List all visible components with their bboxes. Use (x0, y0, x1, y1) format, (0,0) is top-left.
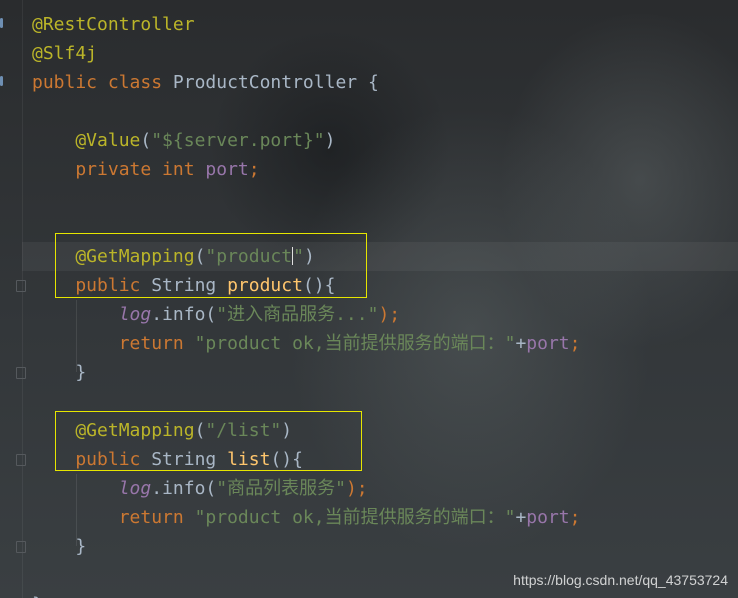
code-token: public (32, 72, 108, 93)
code-line[interactable]: log.info("商品列表服务"); (32, 474, 368, 503)
code-line[interactable]: log.info("进入商品服务..."); (32, 300, 400, 329)
code-line[interactable]: } (32, 532, 86, 561)
code-line[interactable]: @Slf4j (32, 39, 97, 68)
watermark-text: https://blog.csdn.net/qq_43753724 (513, 572, 728, 588)
code-token: ProductController { (172, 72, 379, 93)
code-token: ( (140, 130, 152, 151)
code-token: ); (345, 478, 368, 499)
code-token: .info( (151, 478, 217, 499)
code-token: "商品列表服务" (216, 478, 346, 499)
fold-icon[interactable] (16, 541, 26, 553)
code-token: + (515, 507, 527, 528)
code-token: port (205, 159, 249, 180)
code-token: ; (248, 159, 260, 180)
code-token: } (32, 362, 87, 383)
code-token: ; (569, 507, 581, 528)
code-line[interactable]: } (32, 358, 86, 387)
bean-marker-icon[interactable] (0, 18, 3, 28)
code-token: @Value (32, 130, 141, 151)
code-token: + (515, 333, 527, 354)
code-token: return (32, 333, 195, 354)
highlight-box-list-mapping (55, 411, 362, 471)
code-token: ); (378, 304, 401, 325)
code-line[interactable]: } (32, 590, 43, 598)
code-token: private (32, 159, 163, 180)
code-line[interactable]: return "product ok,当前提供服务的端口："+port; (32, 329, 581, 358)
code-editor[interactable]: @RestController @Slf4j public class Produc… (0, 0, 738, 598)
code-line[interactable]: public class ProductController { (32, 68, 379, 97)
code-token: "product ok,当前提供服务的端口：" (194, 333, 516, 354)
editor-gutter (0, 0, 26, 598)
code-token: @RestController (32, 14, 195, 35)
code-token: log (32, 304, 152, 325)
code-token: @Slf4j (32, 43, 98, 64)
fold-icon[interactable] (16, 454, 26, 466)
code-line[interactable]: return "product ok,当前提供服务的端口："+port; (32, 503, 581, 532)
highlight-box-product-mapping (55, 233, 367, 298)
code-token: "product ok,当前提供服务的端口：" (194, 507, 516, 528)
code-token: "${server.port}" (151, 130, 325, 151)
code-token: ) (324, 130, 336, 151)
fold-icon[interactable] (16, 280, 26, 292)
code-token: int (162, 159, 206, 180)
code-token: } (32, 594, 43, 598)
code-token: port (526, 333, 570, 354)
code-line[interactable]: @Value("${server.port}") (32, 126, 335, 155)
code-line[interactable]: @RestController (32, 10, 195, 39)
code-token: return (32, 507, 195, 528)
class-marker-icon[interactable] (0, 76, 3, 86)
code-token: port (526, 507, 570, 528)
fold-icon[interactable] (16, 367, 26, 379)
code-line[interactable]: private int port; (32, 155, 260, 184)
code-token: } (32, 536, 87, 557)
code-token: class (107, 72, 173, 93)
code-token: log (32, 478, 152, 499)
code-token: "进入商品服务..." (216, 304, 379, 325)
code-token: ; (569, 333, 581, 354)
code-token: .info( (151, 304, 217, 325)
